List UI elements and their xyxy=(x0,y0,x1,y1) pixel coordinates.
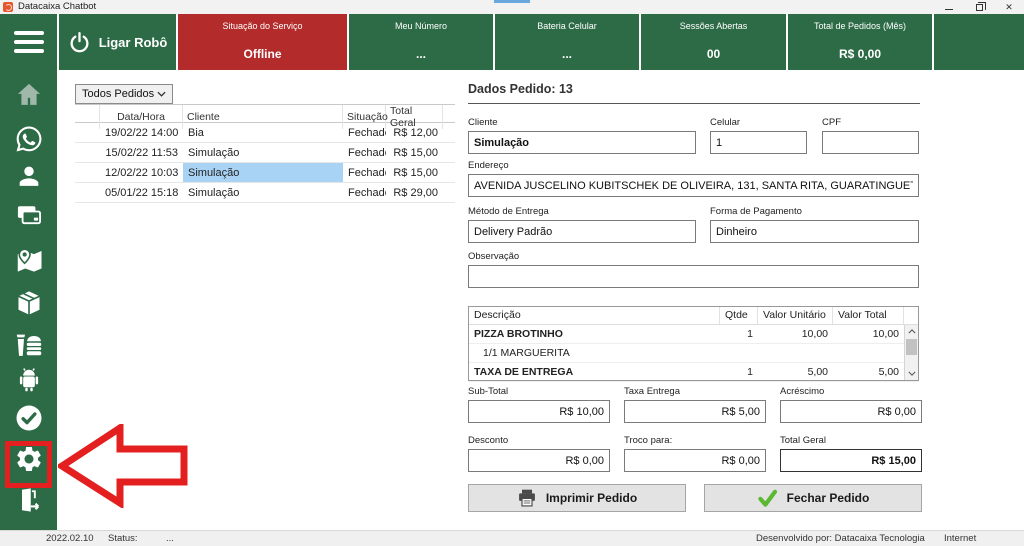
app-window: Datacaixa Chatbot ✕ Ligar Robô Situação … xyxy=(0,0,1024,546)
sidebar-item-home[interactable] xyxy=(0,81,57,109)
celular-field[interactable] xyxy=(710,131,807,154)
imprimir-pedido-button[interactable]: Imprimir Pedido xyxy=(468,484,686,512)
total-geral-field[interactable] xyxy=(780,449,922,472)
hamburger-icon xyxy=(14,31,44,36)
sidebar-item-menu-items[interactable] xyxy=(0,329,57,359)
sidebar-nav xyxy=(0,70,57,530)
taskbar-peek-strip xyxy=(494,0,530,3)
acrescimo-field[interactable] xyxy=(780,400,922,423)
main-content: Todos Pedidos Data/Hora Cliente Situação… xyxy=(57,70,1024,530)
status-label: Status: xyxy=(108,533,138,544)
taxa-entrega-field[interactable] xyxy=(624,400,766,423)
selected-cell: Simulação xyxy=(183,163,343,182)
cpf-field[interactable] xyxy=(822,131,919,154)
menu-toggle-button[interactable] xyxy=(0,14,57,70)
open-sessions-panel: Sessões Abertas 00 xyxy=(641,14,786,70)
minimize-button[interactable] xyxy=(934,0,964,14)
scrollbar-thumb[interactable] xyxy=(906,339,917,355)
order-details-panel: Dados Pedido: 13 Cliente Celular CPF End… xyxy=(468,70,922,530)
exit-icon xyxy=(15,486,43,514)
developed-by-label: Desenvolvido por: Datacaixa Tecnologia xyxy=(756,533,925,544)
payment-cards-icon xyxy=(15,201,43,229)
scroll-down-icon[interactable] xyxy=(905,367,918,380)
order-details-title: Dados Pedido: 13 xyxy=(468,82,573,96)
forma-pagamento-field[interactable] xyxy=(710,220,919,243)
metodo-entrega-field[interactable] xyxy=(468,220,696,243)
item-row[interactable]: TAXA DE ENTREGA 1 5,00 5,00 xyxy=(469,363,918,382)
map-icon xyxy=(14,246,44,276)
whatsapp-icon xyxy=(14,124,44,154)
sidebar-item-android[interactable] xyxy=(0,366,57,394)
ligar-robo-button[interactable]: Ligar Robô xyxy=(59,14,176,70)
sidebar-item-contacts[interactable] xyxy=(0,162,57,190)
chevron-down-icon xyxy=(157,91,166,97)
cliente-field[interactable] xyxy=(468,131,696,154)
sidebar-item-products[interactable] xyxy=(0,289,57,317)
package-icon xyxy=(15,289,43,317)
connection-label: Internet xyxy=(944,533,976,544)
endereco-field[interactable] xyxy=(468,174,919,197)
sidebar-item-settings[interactable] xyxy=(0,444,57,474)
top-toolbar: Ligar Robô Situação do Serviço Offline M… xyxy=(0,14,1024,70)
settings-gear-icon xyxy=(14,444,44,474)
order-items-table: Descrição Qtde Valor Unitário Valor Tota… xyxy=(468,306,919,381)
order-items-header: Descrição Qtde Valor Unitário Valor Tota… xyxy=(469,307,918,325)
item-row[interactable]: 1/1 MARGUERITA xyxy=(469,344,918,363)
order-row[interactable]: 05/01/22 15:18 Simulação Fechado R$ 29,0… xyxy=(75,183,455,203)
green-check-icon xyxy=(757,488,778,508)
order-row-selected[interactable]: 12/02/22 10:03 Simulação Fechado R$ 15,0… xyxy=(75,163,455,183)
orders-table-header: Data/Hora Cliente Situação Total Geral xyxy=(75,105,455,123)
order-row[interactable]: 19/02/22 14:00 Bia Fechado R$ 12,00 xyxy=(75,123,455,143)
orders-filter-dropdown[interactable]: Todos Pedidos xyxy=(75,84,173,104)
sidebar-item-payments[interactable] xyxy=(0,201,57,229)
divider xyxy=(468,103,920,104)
monthly-orders-panel: Total de Pedidos (Mês) R$ 0,00 xyxy=(788,14,932,70)
sidebar-item-whatsapp[interactable] xyxy=(0,124,57,154)
contacts-icon xyxy=(15,162,43,190)
my-number-panel: Meu Número ... xyxy=(349,14,493,70)
android-icon xyxy=(15,366,43,394)
check-circle-icon xyxy=(14,403,44,433)
restore-button[interactable] xyxy=(964,0,994,14)
fechar-pedido-button[interactable]: Fechar Pedido xyxy=(704,484,922,512)
orders-table: Data/Hora Cliente Situação Total Geral 1… xyxy=(75,104,455,203)
printer-icon xyxy=(517,488,537,508)
battery-panel: Bateria Celular ... xyxy=(495,14,639,70)
subtotal-field[interactable] xyxy=(468,400,610,423)
status-badge: Offline xyxy=(182,47,343,61)
status-bar: 2022.02.10 Status: ... Desenvolvido por:… xyxy=(0,530,1024,546)
minimize-icon xyxy=(945,9,953,10)
item-row[interactable]: PIZZA BROTINHO 1 10,00 10,00 xyxy=(469,325,918,344)
sidebar-item-map[interactable] xyxy=(0,246,57,276)
home-icon xyxy=(15,81,43,109)
version-label: 2022.02.10 xyxy=(46,533,94,544)
sidebar-item-confirm[interactable] xyxy=(0,403,57,433)
power-icon xyxy=(68,31,91,54)
ligar-robo-label: Ligar Robô xyxy=(99,35,168,50)
items-scrollbar[interactable] xyxy=(904,325,918,380)
app-logo-icon xyxy=(3,2,13,12)
window-title: Datacaixa Chatbot xyxy=(18,0,96,14)
troco-para-field[interactable] xyxy=(624,449,766,472)
observacao-field[interactable] xyxy=(468,265,919,288)
service-status-panel: Situação do Serviço Offline xyxy=(178,14,347,70)
toolbar-filler xyxy=(934,14,1024,70)
status-value: ... xyxy=(166,533,174,544)
restore-icon xyxy=(976,4,983,11)
sidebar-item-exit[interactable] xyxy=(0,486,57,514)
fastfood-icon xyxy=(14,329,44,359)
order-row[interactable]: 15/02/22 11:53 Simulação Fechado R$ 15,0… xyxy=(75,143,455,163)
close-button[interactable]: ✕ xyxy=(994,0,1024,14)
scroll-up-icon[interactable] xyxy=(905,325,918,338)
desconto-field[interactable] xyxy=(468,449,610,472)
